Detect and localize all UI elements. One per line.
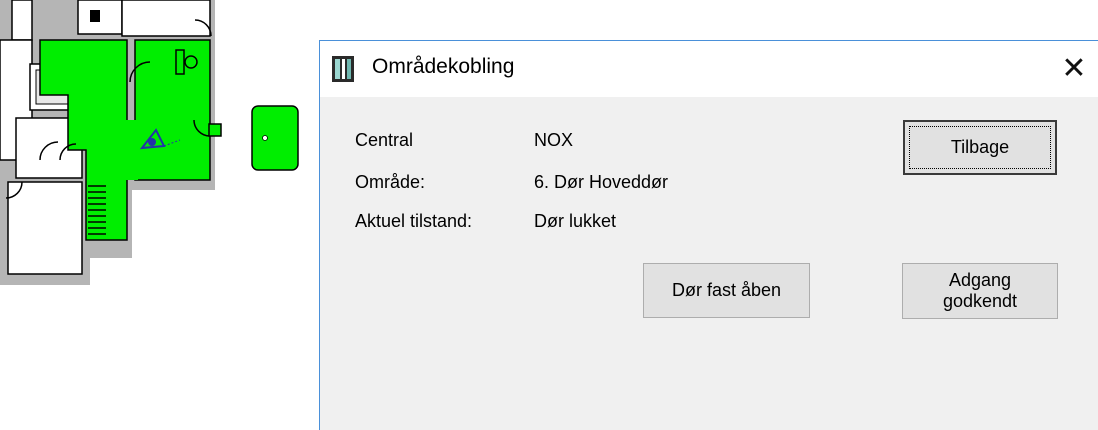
access-granted-label-line1: Adgang (948, 270, 1012, 290)
door-open-button[interactable]: Dør fast åben (643, 263, 810, 318)
floor-plan (0, 0, 299, 285)
area-value: 6. Dør Hoveddør (534, 172, 669, 192)
area-label: Område: (355, 172, 426, 192)
access-granted-label-line2: godkendt (942, 291, 1018, 311)
door-open-button-label: Dør fast åben (671, 280, 782, 300)
back-button[interactable]: Tilbage (903, 120, 1057, 175)
current-state-value: Dør lukket (534, 211, 617, 231)
central-label: Central (355, 130, 414, 150)
current-state-label: Aktuel tilstand: (355, 211, 473, 231)
app-logo-icon (332, 56, 354, 82)
door-icon (251, 105, 299, 171)
close-icon: ✕ (1061, 52, 1087, 85)
access-granted-button[interactable]: Adgang godkendt (902, 263, 1058, 319)
dialog-title: Områdekobling (372, 55, 515, 78)
close-button[interactable]: ✕ (1050, 41, 1098, 97)
central-value: NOX (534, 130, 574, 150)
area-link-dialog: Områdekobling ✕ Central NOX Område: 6. D… (319, 40, 1098, 430)
dialog-titlebar[interactable]: Områdekobling ✕ (320, 41, 1098, 97)
